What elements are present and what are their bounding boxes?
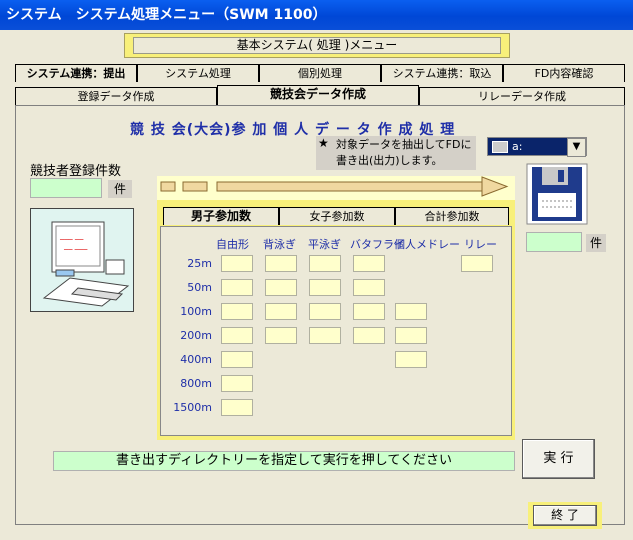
- tab-registration-data[interactable]: 登録データ作成: [15, 87, 217, 105]
- fd-count-field: [526, 232, 582, 252]
- progress-arrow: [157, 176, 515, 200]
- cell-25-freestyle[interactable]: [221, 255, 253, 272]
- exit-button[interactable]: 終 了: [533, 505, 597, 526]
- cell-200-individual-medley[interactable]: [395, 327, 427, 344]
- tab-individual-processing[interactable]: 個別処理: [259, 64, 381, 82]
- drive-icon: [492, 141, 508, 153]
- cell-400-freestyle[interactable]: [221, 351, 253, 368]
- col-freestyle: 自由形: [216, 238, 249, 251]
- status-message: 書き出すディレクトリーを指定して実行を押してください: [53, 451, 515, 471]
- tab-system-processing[interactable]: システム処理: [137, 64, 259, 82]
- col-individual-medley: 個人メドレー: [394, 238, 460, 251]
- tab-female-entries[interactable]: 女子参加数: [279, 207, 395, 225]
- chevron-down-icon[interactable]: ▼: [567, 138, 586, 157]
- floppy-disk-icon: [526, 163, 588, 225]
- cell-50-breaststroke[interactable]: [309, 279, 341, 296]
- row-25m: 25m: [187, 257, 212, 270]
- computer-icon: ─── ── ── ───: [29, 207, 135, 313]
- cell-50-butterfly[interactable]: [353, 279, 385, 296]
- execute-button[interactable]: 実 行: [522, 439, 595, 479]
- cell-400-individual-medley[interactable]: [395, 351, 427, 368]
- col-relay: リレー: [464, 238, 497, 251]
- registration-count-field: [30, 178, 102, 198]
- cell-200-backstroke[interactable]: [265, 327, 297, 344]
- row-400m: 400m: [180, 353, 212, 366]
- fd-count-unit: 件: [586, 234, 606, 252]
- cell-25-relay[interactable]: [461, 255, 493, 272]
- col-backstroke: 背泳ぎ: [263, 238, 296, 251]
- note-line-2: 書き出(出力)します。: [336, 154, 443, 167]
- cell-200-breaststroke[interactable]: [309, 327, 341, 344]
- cell-50-freestyle[interactable]: [221, 279, 253, 296]
- note-star-icon: ★: [318, 136, 329, 150]
- tab-competition-data[interactable]: 競技会データ作成: [217, 85, 419, 106]
- cell-100-individual-medley[interactable]: [395, 303, 427, 320]
- row-50m: 50m: [187, 281, 212, 294]
- tab-fd-check[interactable]: FD内容確認: [503, 64, 625, 82]
- cell-100-backstroke[interactable]: [265, 303, 297, 320]
- cell-100-butterfly[interactable]: [353, 303, 385, 320]
- tab-male-entries[interactable]: 男子参加数: [163, 207, 279, 225]
- tab-system-submit[interactable]: システム連携：提出: [15, 64, 137, 82]
- row-1500m: 1500m: [173, 401, 212, 414]
- row-800m: 800m: [180, 377, 212, 390]
- cell-800-freestyle[interactable]: [221, 375, 253, 392]
- tab-total-entries[interactable]: 合計参加数: [395, 207, 509, 225]
- note-line-1: 対象データを抽出してFDに: [336, 138, 472, 151]
- count-label: 競技者登録件数: [30, 164, 122, 179]
- cell-25-breaststroke[interactable]: [309, 255, 341, 272]
- tab-system-import[interactable]: システム連携：取込: [381, 64, 503, 82]
- cell-100-freestyle[interactable]: [221, 303, 253, 320]
- cell-200-butterfly[interactable]: [353, 327, 385, 344]
- header-title: 基本システム( 処理 )メニュー: [133, 37, 501, 54]
- cell-25-butterfly[interactable]: [353, 255, 385, 272]
- row-200m: 200m: [180, 329, 212, 342]
- tab-relay-data[interactable]: リレーデータ作成: [419, 87, 625, 105]
- count-unit: 件: [108, 180, 132, 198]
- row-100m: 100m: [180, 305, 212, 318]
- cell-1500-freestyle[interactable]: [221, 399, 253, 416]
- svg-text:── ───: ── ───: [63, 246, 88, 254]
- window-title: システム システム処理メニュー（SWM 1100）: [0, 0, 633, 30]
- cell-100-breaststroke[interactable]: [309, 303, 341, 320]
- drive-select[interactable]: a: ▼: [487, 137, 587, 157]
- drive-value: a:: [512, 140, 523, 153]
- svg-text:─── ──: ─── ──: [59, 236, 84, 244]
- cell-50-backstroke[interactable]: [265, 279, 297, 296]
- col-breaststroke: 平泳ぎ: [308, 238, 341, 251]
- cell-200-freestyle[interactable]: [221, 327, 253, 344]
- cell-25-backstroke[interactable]: [265, 255, 297, 272]
